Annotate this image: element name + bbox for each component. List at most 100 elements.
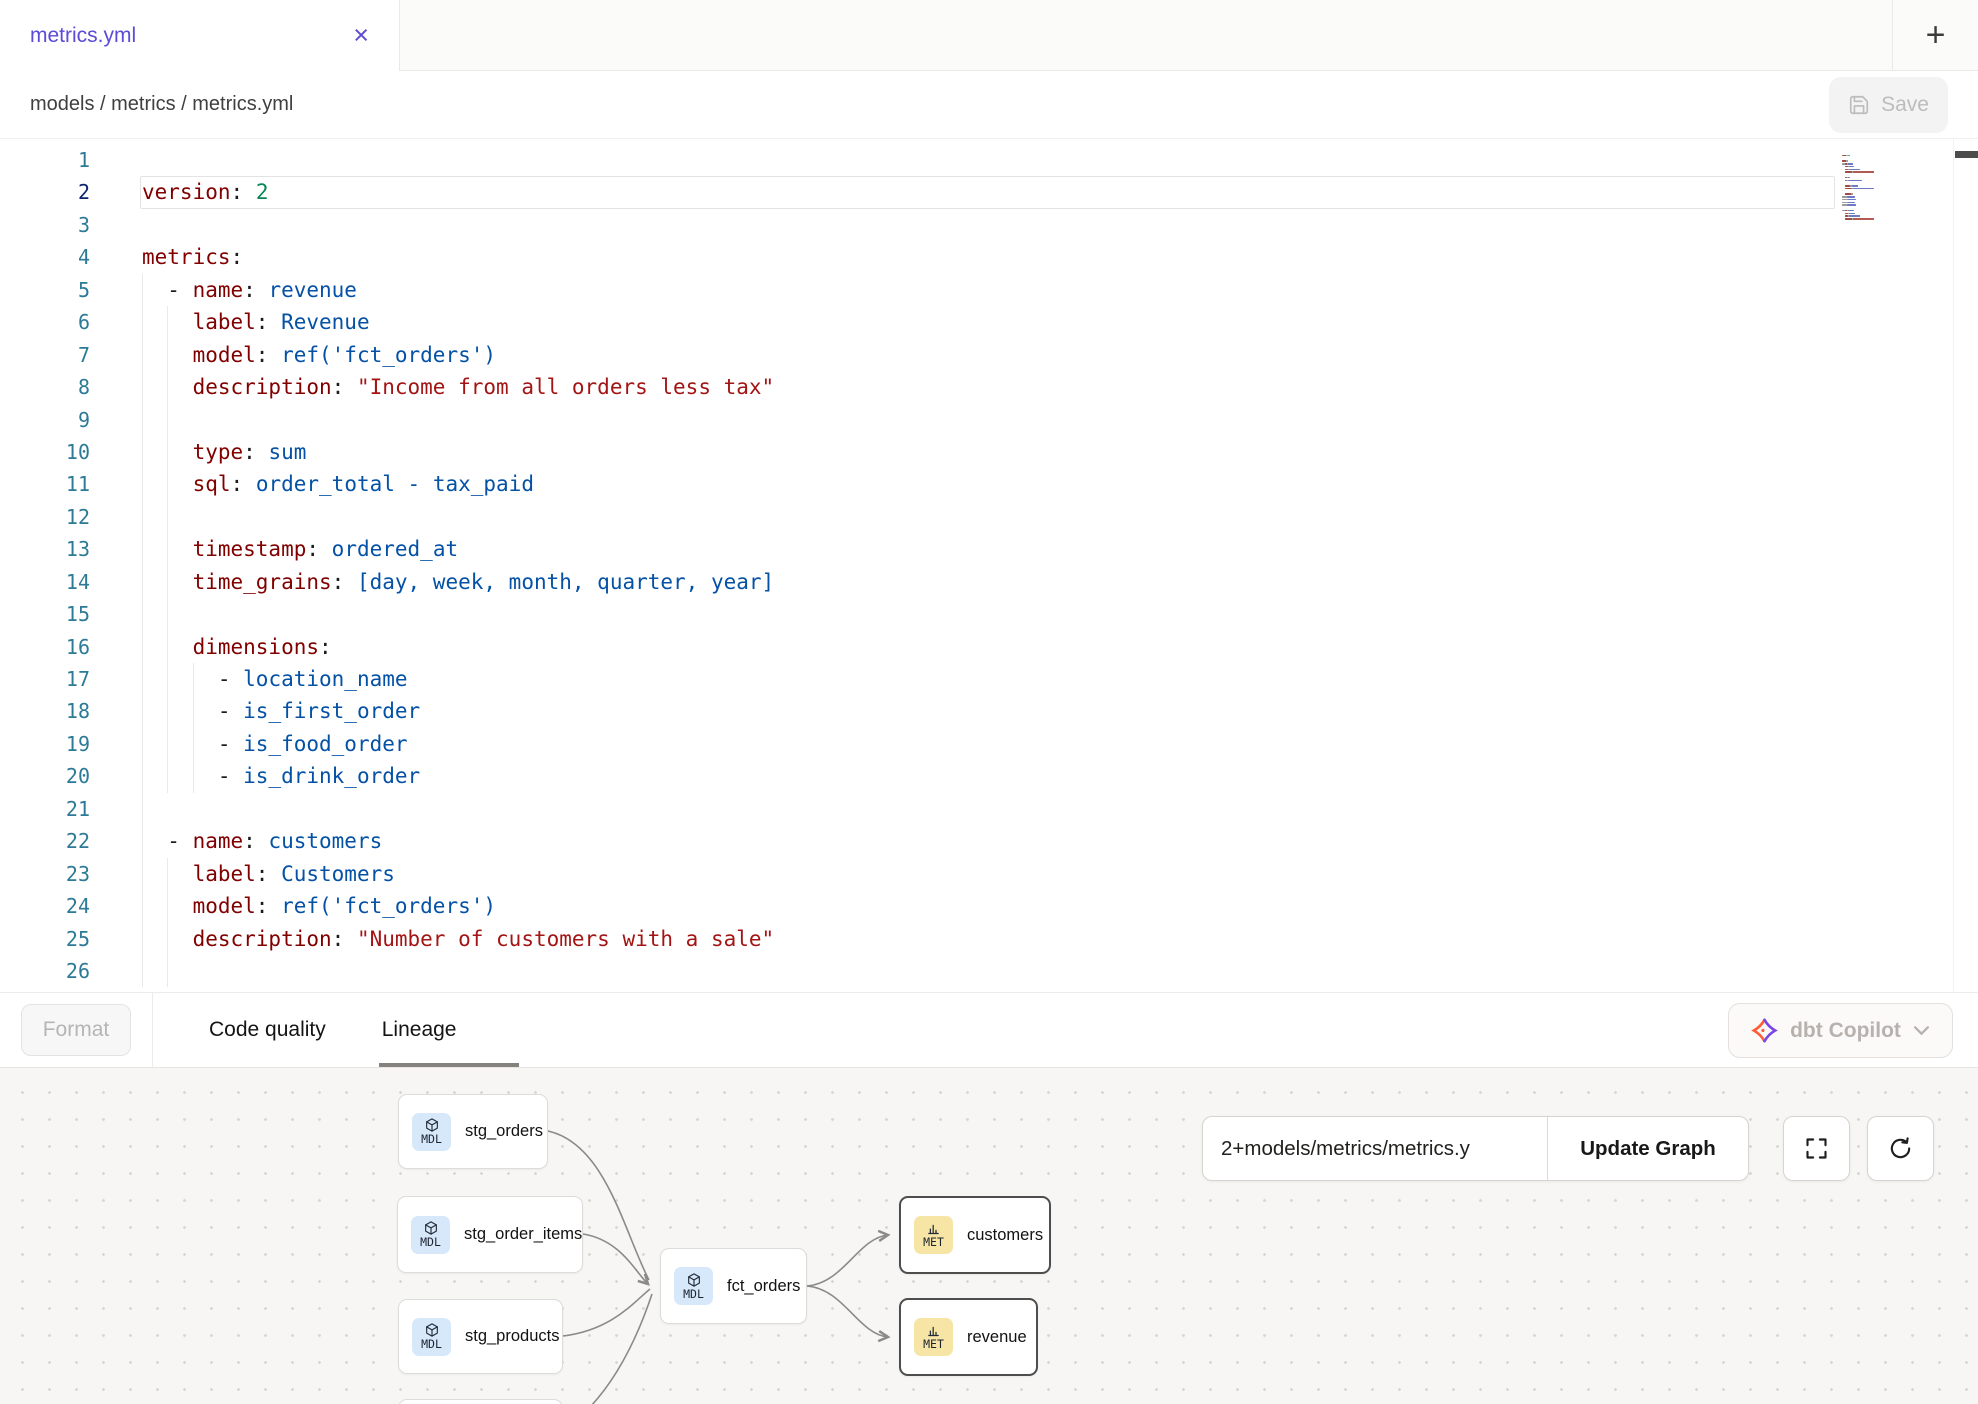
bar-chart-icon: [926, 1221, 941, 1236]
new-tab-button[interactable]: +: [1892, 0, 1978, 70]
code-line-1[interactable]: [110, 144, 1978, 176]
code-line-13[interactable]: timestamp: ordered_at: [110, 533, 1978, 565]
code-line-25[interactable]: description: "Number of customers with a…: [110, 923, 1978, 955]
code-line-11[interactable]: sql: order_total - tax_paid: [110, 468, 1978, 500]
update-graph-button[interactable]: Update Graph: [1548, 1117, 1748, 1180]
scrollbar-thumb[interactable]: [1955, 151, 1978, 158]
indent-guide: [142, 371, 143, 403]
lineage-node-fct_orders[interactable]: MDLfct_orders: [660, 1248, 807, 1324]
code-line-19[interactable]: - is_food_order: [110, 728, 1978, 760]
code-line-22[interactable]: - name: customers: [110, 825, 1978, 857]
breadcrumb: models / metrics / metrics.yml: [30, 93, 293, 116]
line-number: 4: [0, 241, 90, 273]
code-token: is_first_order: [243, 699, 420, 723]
code-token: :: [306, 537, 331, 561]
indent-guide: [142, 306, 143, 338]
tab-code-quality[interactable]: Code quality: [209, 1018, 326, 1042]
editor-minimap[interactable]: [1842, 152, 1900, 232]
code-line-16[interactable]: dimensions:: [110, 631, 1978, 663]
close-icon[interactable]: ×: [353, 22, 369, 49]
lineage-node-stg_products[interactable]: MDL stg_products: [398, 1299, 563, 1374]
code-token: Customers: [281, 862, 395, 886]
code-line-18[interactable]: - is_first_order: [110, 695, 1978, 727]
code-line-17[interactable]: - location_name: [110, 663, 1978, 695]
code-token: :: [256, 310, 281, 334]
scrollbar-track[interactable]: [1953, 139, 1954, 992]
node-label: revenue: [967, 1328, 1027, 1347]
code-token: :: [243, 440, 268, 464]
code-line-8[interactable]: description: "Income from all orders les…: [110, 371, 1978, 403]
minimap-token: [1848, 163, 1852, 165]
fullscreen-button[interactable]: [1783, 1116, 1850, 1181]
tab-metrics-yml[interactable]: metrics.yml ×: [0, 0, 400, 71]
code-line-24[interactable]: model: ref('fct_orders'): [110, 890, 1978, 922]
code-line-15[interactable]: [110, 598, 1978, 630]
code-line-14[interactable]: time_grains: [day, week, month, quarter,…: [110, 566, 1978, 598]
refresh-button[interactable]: [1867, 1116, 1934, 1181]
code-token: -: [142, 278, 193, 302]
indent-guide: [142, 598, 143, 630]
line-number: 13: [0, 533, 90, 565]
minimap-token: [1847, 199, 1856, 201]
code-token: :: [231, 472, 256, 496]
dbt-copilot-button[interactable]: dbt Copilot: [1728, 1003, 1953, 1058]
code-line-21[interactable]: [110, 793, 1978, 825]
indent-guide: [167, 468, 168, 500]
cube-icon: [424, 1117, 440, 1133]
code-line-12[interactable]: [110, 501, 1978, 533]
code-token: "Number of customers with a sale": [357, 927, 774, 951]
save-icon: [1848, 94, 1870, 116]
lineage-node-customers[interactable]: METcustomers: [899, 1196, 1051, 1274]
code-token: ref('fct_orders'): [281, 343, 496, 367]
plus-icon: +: [1926, 16, 1946, 55]
line-number: 12: [0, 501, 90, 533]
line-number: 7: [0, 339, 90, 371]
code-token: ordered_at: [332, 537, 458, 561]
refresh-icon: [1887, 1135, 1914, 1162]
lineage-node-stg_partial[interactable]: MDL: [398, 1399, 563, 1404]
code-line-9[interactable]: [110, 404, 1978, 436]
code-token: ref('fct_orders'): [281, 894, 496, 918]
code-line-3[interactable]: [110, 209, 1978, 241]
code-line-10[interactable]: type: sum: [110, 436, 1978, 468]
line-number: 25: [0, 923, 90, 955]
tab-lineage[interactable]: Lineage: [382, 1018, 457, 1042]
lineage-node-revenue[interactable]: METrevenue: [899, 1298, 1038, 1376]
code-line-20[interactable]: - is_drink_order: [110, 760, 1978, 792]
code-token: is_drink_order: [243, 764, 420, 788]
lineage-canvas[interactable]: MDLstg_ordersMDLstg_order_itemsMDLstg_pr…: [0, 1067, 1978, 1404]
minimap-token: [1848, 155, 1850, 157]
indent-guide: [142, 274, 143, 306]
minimap-token: [1846, 160, 1848, 162]
file-header: models / metrics / metrics.yml Save: [0, 71, 1978, 139]
lineage-node-stg_order_items[interactable]: MDLstg_order_items: [397, 1196, 583, 1273]
lineage-filter-input[interactable]: [1203, 1117, 1547, 1180]
lineage-node-stg_orders[interactable]: MDLstg_orders: [398, 1094, 548, 1169]
code-token: customers: [268, 829, 382, 853]
mdl-badge: MDL: [412, 1318, 451, 1356]
editor-code-lines[interactable]: version: 2metrics: - name: revenue label…: [110, 144, 1978, 987]
node-label: stg_products: [465, 1327, 559, 1346]
indent-guide: [193, 663, 194, 695]
code-line-26[interactable]: [110, 955, 1978, 987]
code-token: [day, week, month, quarter, year]: [357, 570, 774, 594]
node-label: fct_orders: [727, 1277, 800, 1296]
code-token: time_grains: [193, 570, 332, 594]
badge-label: MDL: [421, 1338, 442, 1351]
save-button[interactable]: Save: [1829, 77, 1948, 133]
minimap-token: [1849, 169, 1860, 171]
code-line-4[interactable]: metrics:: [110, 241, 1978, 273]
save-label: Save: [1881, 93, 1929, 117]
code-line-7[interactable]: model: ref('fct_orders'): [110, 339, 1978, 371]
code-line-23[interactable]: label: Customers: [110, 858, 1978, 890]
minimap-token: [1853, 171, 1874, 173]
line-number: 6: [0, 306, 90, 338]
indent-guide: [142, 695, 143, 727]
line-number: 22: [0, 825, 90, 857]
code-line-5[interactable]: - name: revenue: [110, 274, 1978, 306]
code-line-6[interactable]: label: Revenue: [110, 306, 1978, 338]
node-label: stg_orders: [465, 1122, 543, 1141]
code-editor[interactable]: 1234567891011121314151617181920212223242…: [0, 139, 1978, 992]
format-button[interactable]: Format: [21, 1004, 131, 1056]
indent-guide: [167, 566, 168, 598]
